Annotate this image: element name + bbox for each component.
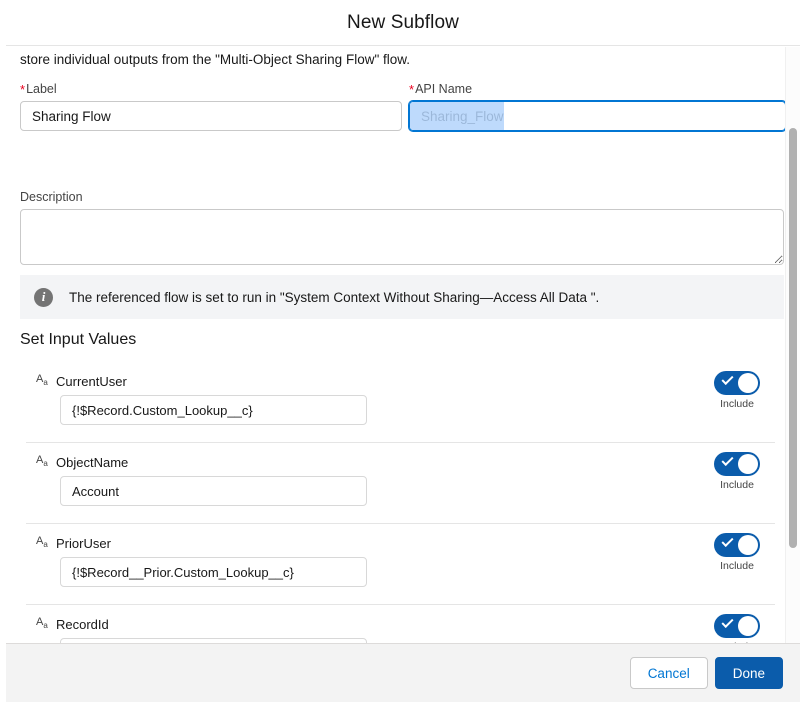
include-toggle[interactable] [714, 452, 760, 476]
input-value-field-wrap [60, 395, 367, 425]
label-field-group: *Label [20, 81, 402, 131]
description-field-group: Description [20, 189, 784, 265]
toggle-knob [738, 535, 758, 555]
api-name-field-label: *API Name [409, 81, 786, 97]
toggle-knob [738, 616, 758, 636]
include-toggle-wrap: Include [714, 614, 760, 643]
modal-body: store individual outputs from the "Multi… [6, 47, 800, 643]
label-field-label: *Label [20, 81, 402, 97]
body-scrollbar-thumb[interactable] [789, 128, 797, 548]
include-toggle[interactable] [714, 371, 760, 395]
text-type-icon: Aa [36, 454, 52, 470]
input-value-field-wrap [60, 557, 367, 587]
input-value-header: Aa ObjectName [36, 454, 128, 470]
description-field-label: Description [20, 190, 83, 204]
api-name-field-group: *API Name [409, 81, 786, 131]
run-context-info-banner: i The referenced flow is set to run in "… [20, 275, 784, 319]
input-value-input[interactable] [60, 557, 367, 587]
input-value-name: CurrentUser [56, 373, 127, 389]
include-toggle-wrap: Include [714, 533, 760, 572]
text-type-icon: Aa [36, 535, 52, 551]
set-input-values-heading: Set Input Values [20, 331, 137, 348]
api-name-field-label-text: API Name [415, 82, 473, 96]
info-banner-text: The referenced flow is set to run in "Sy… [69, 289, 600, 305]
intro-description-text: store individual outputs from the "Multi… [20, 52, 411, 67]
check-icon [721, 453, 734, 467]
input-value-row: AaRecordId Include [6, 604, 800, 643]
include-toggle-label: Include [720, 560, 754, 572]
toggle-knob [738, 454, 758, 474]
toggle-knob [738, 373, 758, 393]
type-icon-subletter: a [43, 621, 48, 631]
input-value-name: ObjectName [56, 454, 129, 470]
required-asterisk: * [409, 82, 415, 97]
include-toggle-wrap: Include [714, 371, 760, 410]
type-icon-subletter: a [43, 378, 48, 388]
include-toggle-label: Include [720, 479, 754, 491]
body-scrollbar[interactable] [789, 50, 797, 700]
name-fields-row: *Label *API Name [20, 81, 786, 133]
new-subflow-modal: New Subflow store individual outputs fro… [0, 0, 800, 702]
input-value-field-wrap [60, 476, 367, 506]
type-icon-subletter: a [43, 540, 48, 550]
check-icon [721, 372, 734, 386]
required-asterisk: * [20, 82, 26, 97]
type-icon-subletter: a [43, 459, 48, 469]
input-value-name: RecordId [56, 616, 109, 632]
include-toggle[interactable] [714, 614, 760, 638]
cancel-button[interactable]: Cancel [629, 657, 708, 689]
input-value-row: AaCurrentUser Include [6, 361, 800, 442]
input-value-header: Aa PriorUser [36, 535, 111, 551]
modal-header: New Subflow [6, 0, 800, 46]
done-button[interactable]: Done [714, 657, 783, 689]
check-icon [721, 534, 734, 548]
input-value-name: PriorUser [56, 535, 111, 551]
include-toggle-wrap: Include [714, 452, 760, 491]
input-value-row: AaObjectName Include [6, 442, 800, 523]
label-field-label-text: Label [26, 82, 57, 96]
api-name-input[interactable] [409, 101, 786, 131]
text-type-icon: Aa [36, 616, 52, 632]
input-values-list: AaCurrentUserIncludeAaObjectNameIncludeA… [6, 361, 800, 643]
input-value-input[interactable] [60, 395, 367, 425]
text-type-icon: Aa [36, 373, 52, 389]
input-value-row: AaPriorUser Include [6, 523, 800, 604]
input-value-input[interactable] [60, 476, 367, 506]
label-input[interactable] [20, 101, 402, 131]
input-value-header: Aa RecordId [36, 616, 109, 632]
info-icon: i [34, 287, 53, 307]
check-icon [721, 615, 734, 629]
page-title: New Subflow [347, 11, 459, 33]
input-value-header: Aa CurrentUser [36, 373, 127, 389]
include-toggle[interactable] [714, 533, 760, 557]
description-textarea[interactable] [20, 209, 784, 265]
modal-footer: Cancel Done [6, 643, 800, 702]
include-toggle-label: Include [720, 398, 754, 410]
